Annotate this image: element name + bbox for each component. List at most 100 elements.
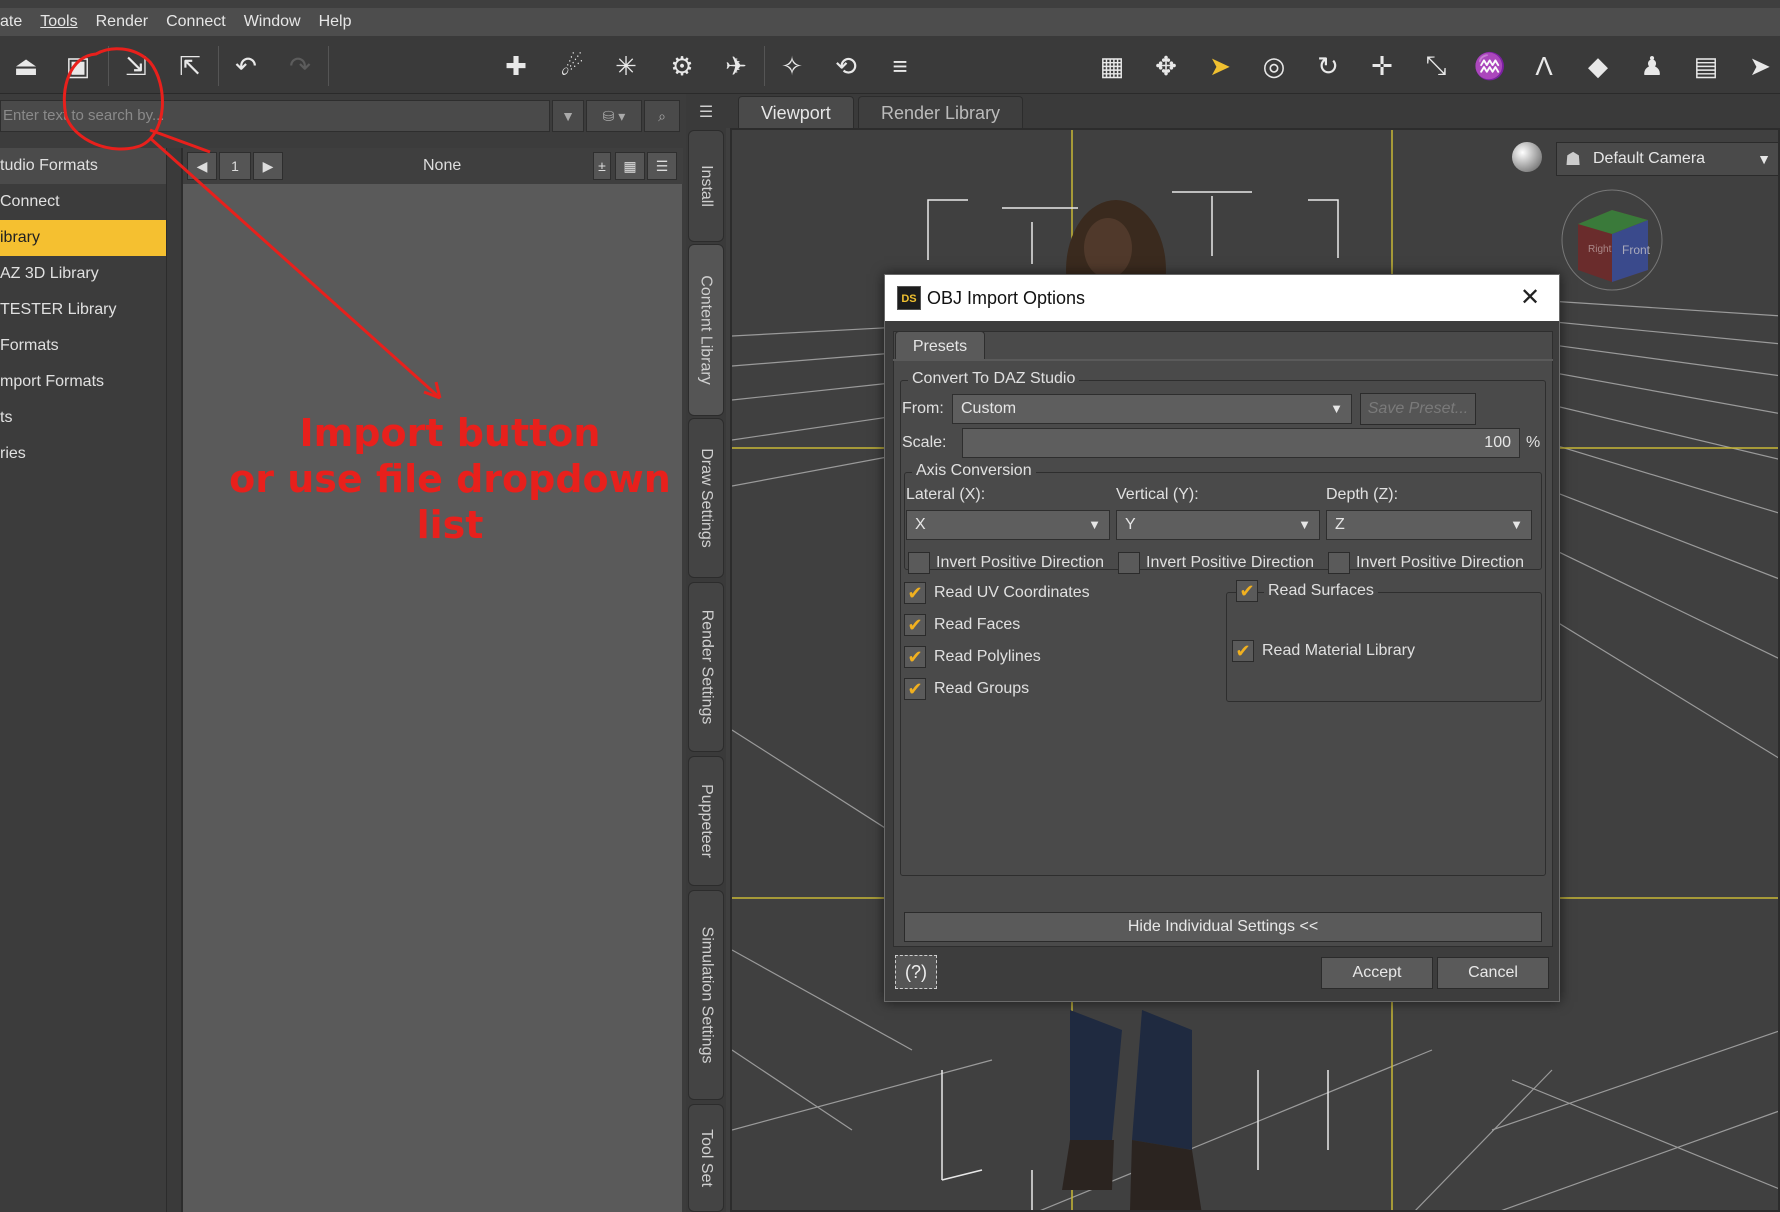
search-input[interactable]: Enter text to search by... — [0, 100, 550, 132]
convert-group-label: Convert To DAZ Studio — [908, 370, 1080, 388]
icon-view-button[interactable]: ▦ — [615, 152, 645, 180]
help-icon[interactable]: (?) — [895, 955, 937, 989]
tab-puppeteer[interactable]: Puppeteer — [688, 756, 724, 886]
open-file-icon[interactable]: ⏏ — [6, 46, 46, 86]
from-select[interactable]: Custom ▼ — [952, 394, 1352, 424]
pane-side-tabs: ☰ Install Content Library Draw Settings … — [686, 94, 726, 1212]
tab-viewport[interactable]: Viewport — [738, 96, 854, 128]
read-uv-checkbox[interactable]: ✔ — [904, 582, 926, 604]
tree-item[interactable]: AZ 3D Library — [0, 256, 166, 292]
depth-select[interactable]: Z ▼ — [1326, 510, 1532, 540]
scene-navigator-icon[interactable]: ◎ — [1254, 46, 1294, 86]
rotate-icon[interactable]: ↻ — [1308, 46, 1348, 86]
list-view-button[interactable]: ☰ — [647, 152, 677, 180]
tree-item-selected[interactable]: ibrary — [0, 220, 166, 256]
scale-icon[interactable]: ⤡ — [1416, 46, 1456, 86]
save-file-icon[interactable]: ▣ — [58, 46, 98, 86]
new-spotlight-icon[interactable]: ☄ — [552, 46, 592, 86]
svg-text:Right: Right — [1588, 244, 1612, 255]
active-pose-icon[interactable]: Ʌ — [1524, 46, 1564, 86]
chevron-down-icon: ▼ — [1298, 517, 1311, 532]
cancel-button[interactable]: Cancel — [1437, 957, 1549, 989]
read-polylines-checkbox[interactable]: ✔ — [904, 646, 926, 668]
annotation-line-1: Import button — [299, 411, 601, 455]
menu-tools[interactable]: Tools — [40, 13, 77, 31]
menu-create[interactable]: ate — [0, 13, 22, 31]
joint-editor-icon[interactable]: ♒ — [1470, 46, 1510, 86]
tab-presets[interactable]: Presets — [895, 331, 985, 361]
redo-icon[interactable]: ↷ — [280, 46, 320, 86]
save-preset-button[interactable]: Save Preset... — [1360, 393, 1476, 425]
new-distant-light-icon[interactable]: ⚙ — [662, 46, 702, 86]
more-tools-icon[interactable]: ➤ — [1740, 46, 1780, 86]
menu-connect[interactable]: Connect — [166, 13, 226, 31]
database-icon[interactable]: ⛁ ▾ — [586, 100, 642, 132]
invert-y-checkbox[interactable] — [1118, 552, 1140, 574]
content-library-pane: Enter text to search by... ▼ ⛁ ▾ ⌕ tudio… — [0, 94, 690, 1212]
grid-icon[interactable]: ▦ — [1092, 46, 1132, 86]
read-material-label: Read Material Library — [1262, 642, 1415, 659]
search-options-dropdown[interactable]: ▼ — [552, 100, 584, 132]
figure-setup-icon[interactable]: ♟ — [1632, 46, 1672, 86]
tree-item[interactable]: ries — [0, 436, 166, 472]
align-icon[interactable]: ≡ — [880, 46, 920, 86]
read-faces-checkbox[interactable]: ✔ — [904, 614, 926, 636]
read-material-checkbox[interactable]: ✔ — [1232, 640, 1254, 662]
tree-item[interactable]: ts — [0, 400, 166, 436]
accept-button[interactable]: Accept — [1321, 957, 1433, 989]
draw-style-icon[interactable] — [1512, 142, 1542, 172]
search-icon[interactable]: ⌕ — [644, 100, 680, 132]
new-null-icon[interactable]: ✧ — [772, 46, 812, 86]
chevron-down-icon: ▼ — [1088, 517, 1101, 532]
dialog-footer: (?) Accept Cancel — [885, 947, 1559, 1001]
new-linear-light-icon[interactable]: ✈ — [716, 46, 756, 86]
camera-tool-icon[interactable]: ▤ — [1686, 46, 1726, 86]
export-icon[interactable]: ⇱ — [170, 46, 210, 86]
tab-tool-settings[interactable]: Tool Set — [688, 1104, 724, 1212]
tab-simulation-settings[interactable]: Simulation Settings — [688, 890, 724, 1100]
translate-icon[interactable]: ✛ — [1362, 46, 1402, 86]
pane-menu-icon[interactable]: ☰ — [688, 94, 724, 130]
hide-settings-button[interactable]: Hide Individual Settings << — [904, 912, 1542, 942]
tab-render-library[interactable]: Render Library — [858, 96, 1024, 128]
new-camera-icon[interactable]: ✚ — [496, 46, 536, 86]
tab-install[interactable]: Install — [688, 130, 724, 242]
tree-item[interactable]: Connect — [0, 184, 166, 220]
invert-z-checkbox[interactable] — [1328, 552, 1350, 574]
read-surfaces-checkbox[interactable]: ✔ — [1236, 580, 1258, 602]
close-icon[interactable]: ✕ — [1513, 281, 1547, 315]
invert-x-checkbox[interactable] — [908, 552, 930, 574]
zoom-stepper[interactable]: ± — [593, 152, 611, 180]
node-selection-icon[interactable]: ➤ — [1200, 46, 1240, 86]
menu-bar: ate Tools Render Connect Window Help — [0, 8, 1780, 36]
prev-page-button[interactable]: ◀ — [187, 152, 217, 180]
menu-window[interactable]: Window — [244, 13, 301, 31]
tab-content-library[interactable]: Content Library — [688, 244, 724, 416]
import-icon[interactable]: ⇲ — [116, 46, 156, 86]
tree-item[interactable]: mport Formats — [0, 364, 166, 400]
vertical-select[interactable]: Y ▼ — [1116, 510, 1320, 540]
next-page-button[interactable]: ▶ — [253, 152, 283, 180]
camera-selector[interactable]: ☗ Default Camera ▼ — [1556, 142, 1778, 176]
page-number[interactable]: 1 — [219, 152, 251, 180]
scale-input[interactable]: 100 — [962, 428, 1520, 458]
surface-selection-icon[interactable]: ◆ — [1578, 46, 1618, 86]
tab-render-settings[interactable]: Render Settings — [688, 582, 724, 752]
camera-icon: ☗ — [1565, 149, 1582, 169]
tree-item[interactable]: Formats — [0, 328, 166, 364]
new-point-light-icon[interactable]: ✳ — [606, 46, 646, 86]
pane-splitter[interactable] — [166, 148, 182, 1212]
daz-studio-icon: DS — [897, 286, 921, 310]
chevron-down-icon: ▼ — [1757, 151, 1771, 167]
read-groups-checkbox[interactable]: ✔ — [904, 678, 926, 700]
from-label: From: — [902, 400, 944, 417]
tree-item[interactable]: TESTER Library — [0, 292, 166, 328]
new-group-icon[interactable]: ⟲ — [826, 46, 866, 86]
undo-icon[interactable]: ↶ — [226, 46, 266, 86]
lateral-select[interactable]: X ▼ — [906, 510, 1110, 540]
read-groups-label: Read Groups — [934, 680, 1030, 697]
menu-render[interactable]: Render — [96, 13, 148, 31]
tree-item[interactable]: tudio Formats — [0, 148, 166, 184]
universal-tool-icon[interactable]: ✥ — [1146, 46, 1186, 86]
menu-help[interactable]: Help — [319, 13, 352, 31]
